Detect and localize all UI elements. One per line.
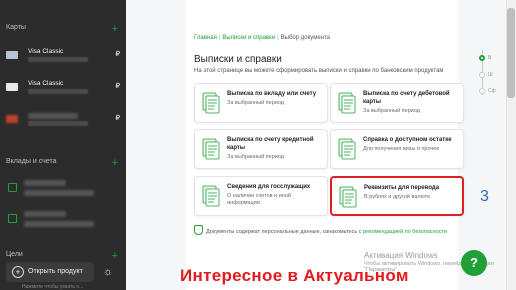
card-name: Visa Classic [28,80,64,87]
scrollbar-thumb[interactable] [507,8,515,98]
step-dot-active-icon [479,55,485,61]
card-balance-blurred [28,89,88,94]
shield-icon [194,225,203,235]
tile-title: Сведения для госслужащих [227,184,311,190]
breadcrumb-current: Выбор документа [280,35,330,41]
step-label: Сф [488,88,496,94]
add-deposit-icon[interactable]: + [112,158,118,169]
tile-desc: За выбранный период [363,108,420,114]
tile-credit-card-statement[interactable]: Выписка по счету кредитной карты За выбр… [194,129,328,169]
step-dot-icon [479,88,485,94]
tile-debit-card-statement[interactable]: Выписка по счету дебетовой карты За выбр… [330,83,464,123]
card-item[interactable]: Visa Classic ₽ [6,80,120,96]
document-icon [339,186,357,208]
tile-title: Выписка по счету кредитной карты [227,137,314,151]
sidebar-bottom-hint: Нажмите чтобы узнать о... [22,284,84,290]
card-currency: ₽ [115,115,120,122]
tile-deposit-statement[interactable]: Выписка по вкладу или счету За выбранный… [194,83,328,123]
breadcrumb-statements[interactable]: Выписки и справки [222,35,275,41]
breadcrumb-home[interactable]: Главная [194,35,217,41]
step-label: В [488,55,492,61]
card-thumbnail-icon [6,115,18,123]
account-balance-blurred [24,190,94,196]
tile-desc: За выбранный период [227,154,284,160]
document-icon [338,92,356,114]
add-card-icon[interactable]: + [112,24,118,35]
security-recommendation-link[interactable]: рекомендацией по безопасности [363,229,447,235]
account-name-blurred[interactable] [24,211,66,217]
card-balance-blurred [28,57,88,62]
cards-section-title: Карты [6,24,26,31]
card-item[interactable]: ₽ [6,112,120,128]
overlay-caption: Интересное в Актуальном [180,266,409,285]
notice-text: Документы содержат персональные данные, … [206,229,364,235]
document-icon [202,138,220,160]
annotation-number: 3 [480,188,489,205]
watermark-title: Активация Windows [364,251,438,260]
chat-icon[interactable]: ? [461,250,487,276]
document-icon [202,92,220,114]
plus-icon: + [12,266,24,278]
sidebar: Карты + Visa Classic ₽ Visa Classic ₽ ₽ … [0,0,126,290]
tile-transfer-details[interactable]: Реквизиты для перевода В рублях и другой… [330,176,464,216]
card-thumbnail-icon [6,83,18,91]
deposits-section-title: Вклады и счета [6,158,57,165]
page-title: Выписки и справки [194,54,282,65]
tile-desc: За выбранный период [227,100,284,106]
card-item[interactable]: Visa Classic ₽ [6,48,120,64]
tile-title: Выписка по вкладу или счету [227,91,317,97]
account-name-blurred[interactable] [24,180,66,186]
account-balance-blurred [24,221,94,227]
tile-title: Реквизиты для перевода [364,185,440,191]
main-area: Главная | Выписки и справки | Выбор документ… [126,0,516,290]
tile-civil-servant-info[interactable]: Сведения для госслужащих О наличии счето… [194,176,328,216]
tile-desc: В рублях и другой валюте [364,194,431,200]
open-product-button[interactable]: + Открыть продукт [6,262,94,282]
open-product-label: Открыть продукт [28,268,83,275]
card-thumbnail-icon [6,51,18,59]
tile-balance-certificate[interactable]: Справка о доступном остатке Для получени… [330,129,464,169]
card-name: Visa Classic [28,48,64,55]
step-label: Ш [488,72,493,78]
document-icon [202,185,220,207]
account-icon [8,214,17,223]
card-currency: ₽ [115,51,120,58]
tile-desc: Для получения визы и прочее [363,146,440,152]
account-icon [8,183,17,192]
breadcrumb: Главная | Выписки и справки | Выбор документ… [194,35,330,41]
step-dot-icon [479,72,485,78]
card-currency: ₽ [115,83,120,90]
goals-section-title: Цели [6,251,23,258]
card-name-blurred [28,113,78,119]
document-icon [338,138,356,160]
security-notice: Документы содержат персональные данные, … [194,225,447,235]
tile-desc: О наличии счетов и иной информации [227,193,291,206]
sun-icon[interactable]: ☼ [100,264,116,280]
add-goal-icon[interactable]: + [112,251,118,262]
content-panel: Главная | Выписки и справки | Выбор документ… [186,0,464,290]
tile-title: Справка о доступном остатке [363,137,452,143]
card-balance-blurred [28,121,88,126]
tile-title: Выписка по счету дебетовой карты [363,91,450,105]
page-subtitle: На этой странице вы можете сформировать … [194,68,444,74]
